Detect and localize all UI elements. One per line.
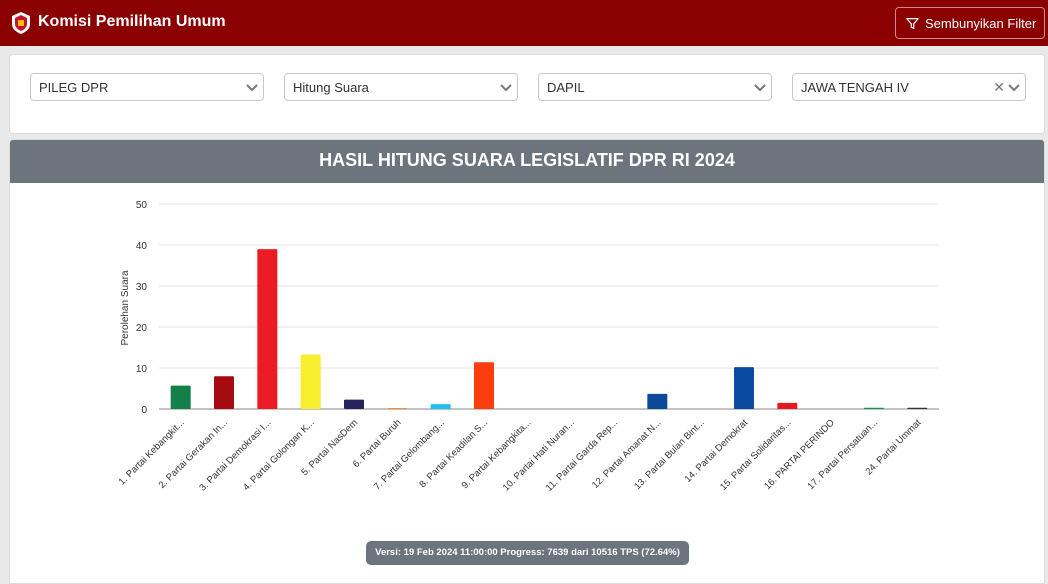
chevron-down-icon (500, 84, 512, 92)
chart-bar (777, 402, 798, 409)
x-tick-label: 3. Partai Demokrasi I... (197, 417, 273, 493)
chart-bar (387, 408, 408, 409)
clear-icon[interactable]: ✕ (993, 79, 1005, 96)
filter-icon (906, 17, 919, 29)
x-tick-label: 11. Partai Garda Rep... (544, 417, 620, 493)
chart-card: HASIL HITUNG SUARA LEGISLATIF DPR RI 202… (9, 139, 1045, 584)
select-value: JAWA TENGAH IV (801, 79, 909, 95)
chart-bar (257, 249, 278, 409)
filter-panel: PILEG DPR Hitung Suara DAPIL JAWA TENGAH… (9, 54, 1045, 134)
chevron-down-icon (754, 84, 766, 92)
y-tick-label: 20 (136, 323, 148, 334)
select-value: DAPIL (547, 79, 585, 95)
region-level-select[interactable]: DAPIL (538, 73, 772, 101)
select-value: Hitung Suara (293, 79, 369, 95)
x-tick-label: 4. Partai Golongan K... (241, 417, 317, 493)
select-value: PILEG DPR (39, 79, 109, 95)
y-axis-label: Perolehan Suara (120, 270, 131, 345)
y-tick-label: 40 (136, 241, 148, 252)
count-type-select[interactable]: Hitung Suara (284, 73, 518, 101)
chevron-down-icon (1008, 84, 1020, 92)
y-tick-label: 0 (141, 405, 147, 416)
y-tick-label: 30 (136, 282, 148, 293)
chart-bar (734, 367, 754, 409)
chevron-down-icon (246, 84, 258, 92)
chart-bar (300, 354, 321, 409)
bar-chart: 01020304050Perolehan Suara1. Partai Keba… (117, 200, 939, 494)
chart-bar (864, 407, 884, 409)
kpu-logo-icon (12, 12, 30, 34)
y-tick-label: 10 (136, 364, 148, 375)
version-progress-badge: Versi: 19 Feb 2024 11:00:00 Progress: 76… (366, 541, 689, 565)
chart-bar (170, 385, 191, 409)
chart-bar (474, 362, 494, 409)
chart-bar (647, 393, 668, 409)
hide-filter-label: Sembunyikan Filter (925, 15, 1037, 31)
chart-bar (214, 376, 234, 409)
hide-filter-button[interactable]: Sembunyikan Filter (895, 7, 1045, 39)
chart-bar (907, 407, 928, 409)
x-tick-label: 15. Partai Solidaritas... (718, 417, 793, 492)
y-tick-label: 50 (136, 200, 148, 211)
chart-bar (430, 404, 451, 409)
top-navbar: Komisi Pemilihan Umum Sembunyikan Filter (0, 0, 1048, 46)
app-title[interactable]: Komisi Pemilihan Umum (38, 13, 226, 31)
x-tick-label: 10. Partai Hati Nuran... (501, 417, 577, 493)
chart-bar (344, 399, 364, 409)
election-type-select[interactable]: PILEG DPR (30, 73, 264, 101)
dapil-select[interactable]: JAWA TENGAH IV ✕ (792, 73, 1026, 101)
